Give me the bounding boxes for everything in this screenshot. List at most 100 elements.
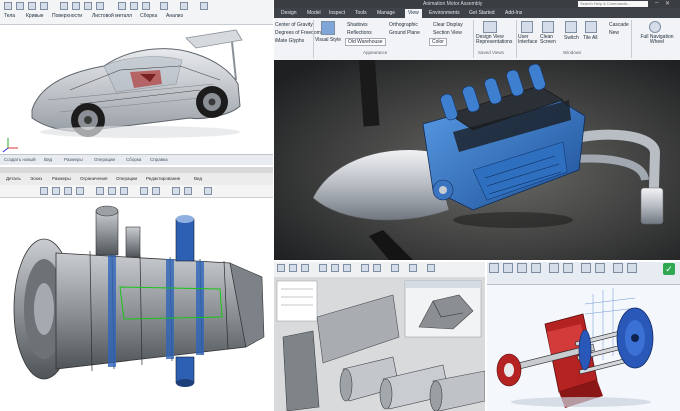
- turbine-tb-4[interactable]: Операции: [116, 176, 137, 181]
- animate-icon[interactable]: [595, 263, 605, 273]
- new-part-icon[interactable]: [489, 263, 499, 273]
- part-viewport[interactable]: [273, 277, 485, 411]
- collage-divider-left: [0, 165, 273, 167]
- switch-icon[interactable]: [565, 21, 577, 33]
- tile-all-icon[interactable]: [585, 21, 597, 33]
- tile-all-button[interactable]: Tile All: [583, 35, 598, 41]
- save-part-icon[interactable]: [301, 264, 309, 272]
- assembly-icon[interactable]: [503, 263, 513, 273]
- turbine-tb-1[interactable]: Эскиз: [30, 176, 42, 181]
- clean-screen-icon[interactable]: [542, 21, 554, 33]
- menu-environments[interactable]: Environments: [429, 10, 460, 16]
- turbine-tb-0[interactable]: Деталь: [6, 176, 21, 181]
- menu-get-started[interactable]: Get Started: [469, 10, 495, 16]
- design-view-button[interactable]: Design View Representations: [476, 35, 516, 45]
- user-interface-icon[interactable]: [521, 21, 533, 33]
- turbine-tb-3[interactable]: Ограничения: [80, 176, 107, 181]
- open-icon[interactable]: [289, 264, 297, 272]
- shadows-button[interactable]: Shadows: [347, 22, 368, 28]
- car-status-4[interactable]: Сборка: [126, 157, 141, 162]
- help-search-input[interactable]: Search Help & Commands...: [578, 1, 648, 7]
- navigation-wheel-button[interactable]: Full Navigation Wheel: [635, 35, 679, 45]
- zoom-fit-icon[interactable]: [76, 187, 84, 195]
- new-window-button[interactable]: New: [609, 30, 619, 36]
- part-toolbar: [273, 260, 485, 278]
- car-status-1[interactable]: Вид: [44, 157, 52, 162]
- finish-check-icon[interactable]: ✓: [663, 263, 675, 275]
- turbine-tb-6[interactable]: Вид: [194, 176, 202, 181]
- pump-cad-window: ✓: [485, 260, 680, 411]
- mirror-icon[interactable]: [409, 264, 417, 272]
- constraint-icon[interactable]: [517, 263, 527, 273]
- inspect-icon[interactable]: [613, 263, 623, 273]
- line-icon[interactable]: [319, 264, 327, 272]
- orthographic-button[interactable]: Orthographic: [389, 22, 418, 28]
- car-viewport[interactable]: [0, 0, 273, 165]
- engine-viewport[interactable]: [273, 60, 680, 260]
- show-icon[interactable]: [184, 187, 192, 195]
- car-status-5[interactable]: Справка: [150, 157, 168, 162]
- pan-icon[interactable]: [52, 187, 60, 195]
- chamfer-icon[interactable]: [427, 264, 435, 272]
- reflections-button[interactable]: Reflections: [347, 30, 372, 36]
- engine-cad-window: Animation Motor Assembly Search Help & C…: [273, 0, 680, 260]
- pattern-icon[interactable]: [391, 264, 399, 272]
- section-view-button[interactable]: Section View: [433, 30, 462, 36]
- menu-view[interactable]: View: [405, 9, 422, 18]
- lighting-select[interactable]: Old Warehouse: [345, 38, 386, 46]
- car-status-0[interactable]: Создать новый: [4, 157, 35, 162]
- clean-screen-button[interactable]: Clean Screen: [540, 35, 560, 45]
- window-title: Animation Motor Assembly: [423, 1, 483, 7]
- design-view-icon[interactable]: [483, 21, 497, 33]
- ground-plane-button[interactable]: Ground Plane: [389, 30, 420, 36]
- print-icon[interactable]: [627, 263, 637, 273]
- user-interface-button[interactable]: User Interface: [518, 35, 538, 45]
- close-icon[interactable]: ✕: [665, 0, 670, 7]
- arc-icon[interactable]: [343, 264, 351, 272]
- wireframe-icon[interactable]: [120, 187, 128, 195]
- select-icon[interactable]: [40, 187, 48, 195]
- turbine-tb-5[interactable]: Редактирование: [146, 176, 180, 181]
- boss-icon[interactable]: [361, 264, 369, 272]
- turbine-viewport[interactable]: [0, 197, 273, 411]
- place-icon[interactable]: [531, 263, 541, 273]
- menu-tools[interactable]: Tools: [355, 10, 367, 16]
- collage-divider-vertical: [273, 0, 274, 411]
- car-status-2[interactable]: Размеры: [64, 157, 83, 162]
- hide-icon[interactable]: [172, 187, 180, 195]
- cascade-button[interactable]: Cascade: [609, 22, 629, 28]
- car-status-3[interactable]: Операции: [94, 157, 115, 162]
- visual-style-icon[interactable]: [321, 21, 335, 35]
- imate-glyphs-label[interactable]: iMate Glyphs: [275, 38, 304, 44]
- section-icon[interactable]: [96, 187, 104, 195]
- explode-icon[interactable]: [581, 263, 591, 273]
- shaded-icon[interactable]: [108, 187, 116, 195]
- part-cad-window: [273, 260, 485, 411]
- menu-add-ins[interactable]: Add-Ins: [505, 10, 522, 16]
- pump-viewport[interactable]: [485, 284, 680, 411]
- visual-style-button[interactable]: Visual Style: [315, 37, 341, 43]
- menu-inspect[interactable]: Inspect: [329, 10, 345, 16]
- circle-icon[interactable]: [331, 264, 339, 272]
- cut-icon[interactable]: [373, 264, 381, 272]
- minimize-icon[interactable]: –: [655, 0, 658, 6]
- mass-icon[interactable]: [152, 187, 160, 195]
- saved-views-group-label: Saved Views: [478, 50, 504, 55]
- view-ribbon: Center of Gravity Degrees of Freedom iMa…: [273, 18, 680, 61]
- home-icon[interactable]: [277, 264, 285, 272]
- menu-design[interactable]: Design: [281, 10, 297, 16]
- bom-icon[interactable]: [563, 263, 573, 273]
- navigation-wheel-icon[interactable]: [649, 21, 661, 33]
- center-of-gravity-label[interactable]: Center of Gravity: [275, 22, 313, 28]
- measure-distance-icon[interactable]: [140, 187, 148, 195]
- turbine-tb-2[interactable]: Размеры: [52, 176, 71, 181]
- collage-divider-bottom: [485, 260, 487, 411]
- orbit-icon[interactable]: [64, 187, 72, 195]
- menu-manage[interactable]: Manage: [377, 10, 395, 16]
- color-select[interactable]: Color: [429, 38, 447, 46]
- switch-button[interactable]: Switch: [564, 35, 579, 41]
- clear-display-button[interactable]: Clear Display: [433, 22, 463, 28]
- options-icon[interactable]: [204, 187, 212, 195]
- menu-model[interactable]: Model: [307, 10, 321, 16]
- pattern-comp-icon[interactable]: [549, 263, 559, 273]
